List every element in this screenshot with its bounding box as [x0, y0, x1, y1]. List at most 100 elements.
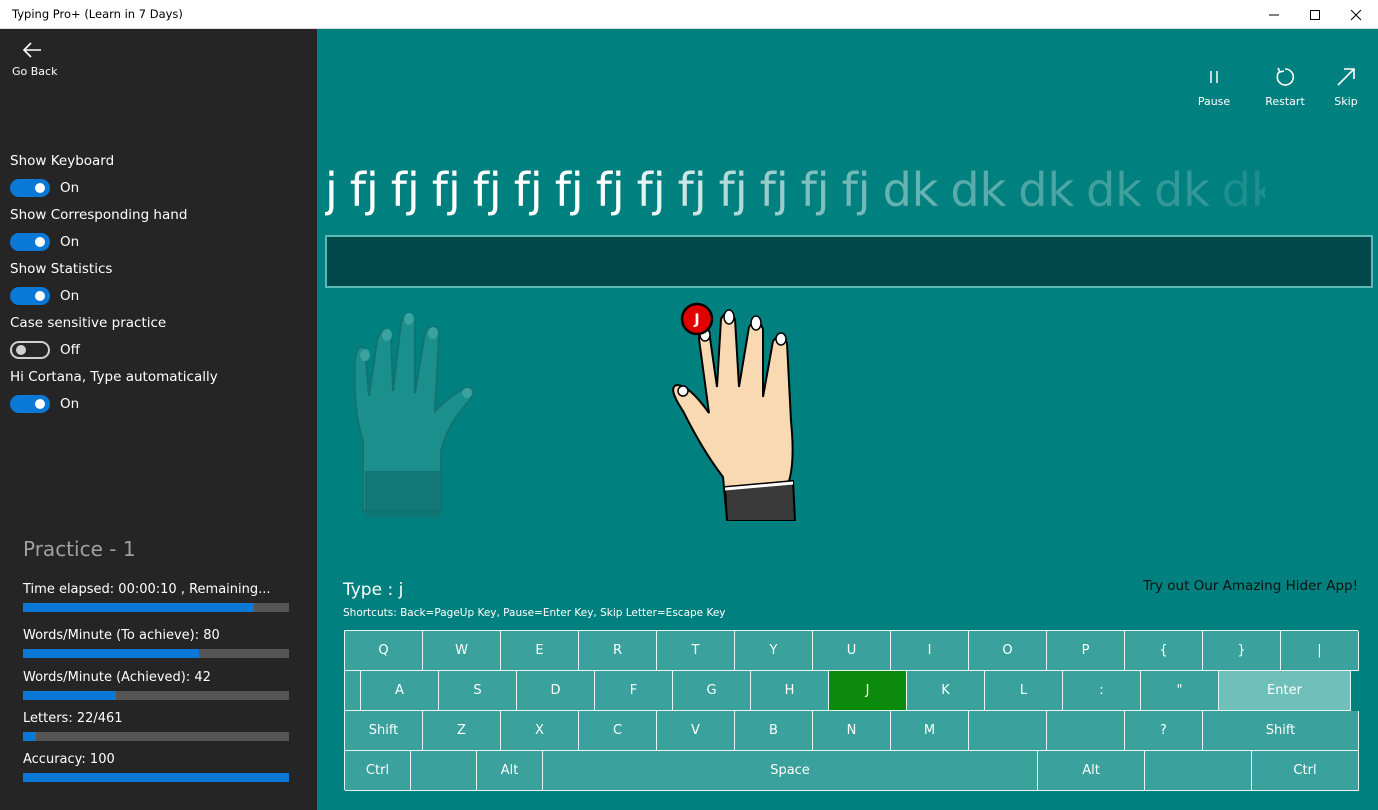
stat-letters: Letters: 22/461	[23, 711, 289, 741]
stat-wpm-achieved: Words/Minute (Achieved): 42	[23, 670, 289, 700]
skip-arrow-icon	[1337, 68, 1355, 86]
practice-word: dk	[1153, 163, 1210, 217]
key-space[interactable]: Space	[543, 751, 1038, 791]
key-sym[interactable]: }	[1203, 631, 1281, 671]
setting-label: Case sensitive practice	[10, 315, 167, 331]
key-blank[interactable]	[345, 671, 361, 711]
practice-word: fj	[349, 163, 379, 217]
toggle-state: On	[60, 396, 80, 412]
key-blank[interactable]	[411, 751, 477, 791]
practice-word: fj	[472, 163, 502, 217]
key-q[interactable]: Q	[345, 631, 423, 671]
setting-label: Hi Cortana, Type automatically	[10, 369, 218, 385]
stat-progress-bar	[23, 732, 289, 741]
key-n[interactable]: N	[813, 711, 891, 751]
key-enter[interactable]: Enter	[1219, 671, 1351, 711]
toggle-state: On	[60, 288, 80, 304]
key-a[interactable]: A	[361, 671, 439, 711]
key-k[interactable]: K	[907, 671, 985, 711]
stat-label: Accuracy: 100	[23, 752, 115, 767]
promo-link[interactable]: Try out Our Amazing Hider App!	[1143, 578, 1358, 594]
key-s[interactable]: S	[439, 671, 517, 711]
key-ctrl[interactable]: Ctrl	[345, 751, 411, 791]
keyboard-row: A S D F G H J K L: " Enter	[345, 671, 1359, 711]
key-r[interactable]: R	[579, 631, 657, 671]
toggle-state: On	[60, 180, 80, 196]
key-h[interactable]: H	[751, 671, 829, 711]
key-ctrl[interactable]: Ctrl	[1252, 751, 1359, 791]
key-w[interactable]: W	[423, 631, 501, 671]
key-alt[interactable]: Alt	[477, 751, 543, 791]
practice-word: fj	[636, 163, 666, 217]
key-x[interactable]: X	[501, 711, 579, 751]
key-e[interactable]: E	[501, 631, 579, 671]
case-sensitive-toggle[interactable]	[10, 341, 50, 359]
progress-fill	[23, 649, 199, 658]
key-i[interactable]: I	[891, 631, 969, 671]
show-statistics-toggle[interactable]	[10, 287, 50, 305]
key-sym[interactable]: {	[1125, 631, 1203, 671]
minimize-button[interactable]	[1251, 0, 1297, 29]
key-blank[interactable]	[969, 711, 1047, 751]
show-hand-toggle[interactable]	[10, 233, 50, 251]
maximize-button[interactable]	[1292, 0, 1338, 29]
practice-word: dk	[1018, 163, 1075, 217]
setting-case-sensitive: Case sensitive practice Off	[10, 315, 310, 361]
key-sym[interactable]: |	[1281, 631, 1359, 671]
key-o[interactable]: O	[969, 631, 1047, 671]
back-arrow-icon	[22, 42, 41, 58]
key-m[interactable]: M	[891, 711, 969, 751]
key-v[interactable]: V	[657, 711, 735, 751]
key-blank[interactable]	[1145, 751, 1252, 791]
typing-input[interactable]	[325, 235, 1373, 288]
key-y[interactable]: Y	[735, 631, 813, 671]
key-g[interactable]: G	[673, 671, 751, 711]
stat-wpm-target: Words/Minute (To achieve): 80	[23, 628, 289, 658]
stat-progress-bar	[23, 603, 289, 612]
key-d[interactable]: D	[517, 671, 595, 711]
key-sym[interactable]: ?	[1125, 711, 1203, 751]
key-shift[interactable]: Shift	[345, 711, 423, 751]
progress-fill	[23, 773, 289, 782]
stat-progress-bar	[23, 649, 289, 658]
key-t[interactable]: T	[657, 631, 735, 671]
key-blank[interactable]	[1047, 711, 1125, 751]
stat-time-elapsed: Time elapsed: 00:00:10 , Remaining...	[23, 582, 289, 612]
key-shift[interactable]: Shift	[1203, 711, 1359, 751]
stat-label: Words/Minute (To achieve): 80	[23, 628, 220, 643]
key-b[interactable]: B	[735, 711, 813, 751]
key-p[interactable]: P	[1047, 631, 1125, 671]
stat-accuracy: Accuracy: 100	[23, 752, 289, 782]
key-sym[interactable]: "	[1141, 671, 1219, 711]
key-z[interactable]: Z	[423, 711, 501, 751]
svg-text:J: J	[693, 312, 699, 328]
key-u[interactable]: U	[813, 631, 891, 671]
right-hand-image: J	[672, 302, 797, 521]
key-f[interactable]: F	[595, 671, 673, 711]
key-j[interactable]: J	[829, 671, 907, 711]
sidebar: Go Back Show Keyboard On Show Correspond…	[0, 29, 317, 810]
stat-progress-bar	[23, 773, 289, 782]
virtual-keyboard: Q W E R T Y U I O P{} | A S D F G H J K L: " Enter Shift Z X C V B N…	[344, 630, 1359, 791]
close-button[interactable]	[1333, 0, 1378, 29]
show-keyboard-toggle[interactable]	[10, 179, 50, 197]
go-back-button[interactable]: Go Back	[10, 41, 70, 83]
setting-show-keyboard: Show Keyboard On	[10, 153, 310, 199]
cortana-toggle[interactable]	[10, 395, 50, 413]
practice-word: dk	[882, 163, 939, 217]
key-c[interactable]: C	[579, 711, 657, 751]
key-l[interactable]: L	[985, 671, 1063, 711]
type-prompt: Type : j	[343, 580, 404, 600]
pause-button[interactable]: Pause	[1184, 65, 1244, 108]
toggle-state: Off	[60, 342, 80, 358]
setting-label: Show Statistics	[10, 261, 113, 277]
skip-button[interactable]: Skip	[1316, 65, 1376, 108]
key-alt[interactable]: Alt	[1038, 751, 1145, 791]
left-hand-image	[353, 313, 474, 517]
maximize-icon	[1310, 9, 1320, 20]
restart-icon	[1276, 67, 1295, 86]
finger-indicator: J	[680, 302, 714, 336]
practice-word: fj	[841, 163, 871, 217]
key-sym[interactable]: :	[1063, 671, 1141, 711]
restart-button[interactable]: Restart	[1255, 65, 1315, 108]
